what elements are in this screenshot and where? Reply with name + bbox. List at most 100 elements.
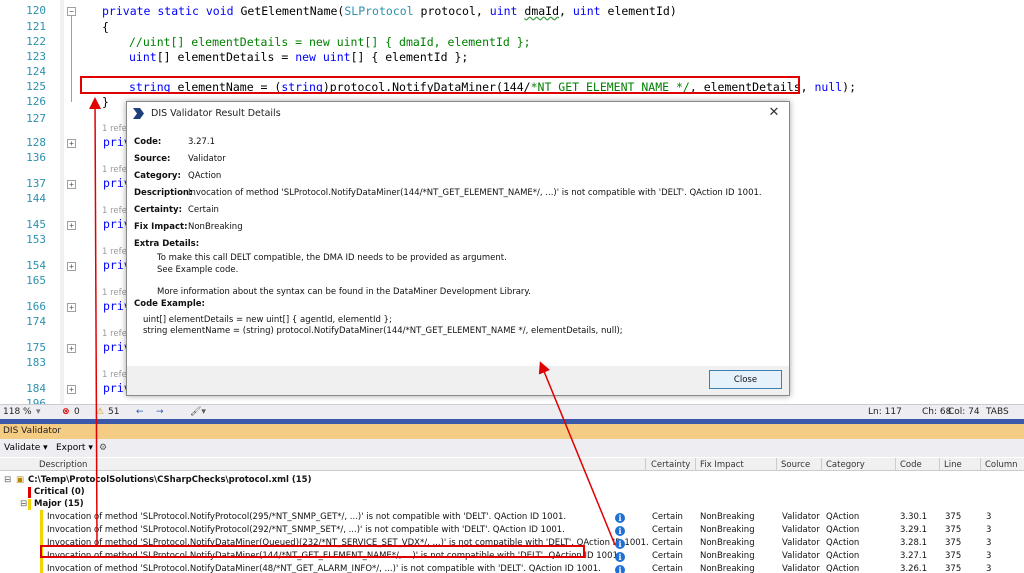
- row-column: 3: [986, 551, 992, 561]
- info-icon[interactable]: i: [615, 526, 625, 536]
- line-number: 166: [26, 300, 46, 313]
- row-column: 3: [986, 538, 992, 548]
- editor-statusbar: 118 % ▾ ⊗ 0 ⚠ 51 ← → 🖌▾ Ln: 117 Ch: 68 C…: [0, 404, 1024, 419]
- table-row[interactable]: Invocation of method 'SLProtocol.NotifyP…: [0, 524, 1024, 537]
- major-label: Major (15): [34, 499, 84, 509]
- category-label: Category:: [134, 171, 181, 181]
- code-line-signature: private static void GetElementName(SLPro…: [102, 4, 677, 18]
- nav-back-icon[interactable]: ←: [136, 407, 144, 417]
- row-description: Invocation of method 'SLProtocol.NotifyD…: [47, 564, 601, 573]
- line-number: 145: [26, 218, 46, 231]
- fix-impact-value: NonBreaking: [188, 222, 243, 232]
- row-line: 375: [945, 525, 962, 535]
- row-highlight-box: [40, 545, 585, 558]
- collapse-icon[interactable]: ⊟: [20, 499, 27, 509]
- column-header-column[interactable]: Column: [985, 460, 1018, 470]
- column-header-code[interactable]: Code: [900, 460, 922, 470]
- panel-toolbar: Validate ▾ Export ▾ ⚙: [0, 439, 1024, 457]
- expand-toggle[interactable]: +: [67, 139, 76, 148]
- row-category: QAction: [826, 564, 860, 573]
- info-icon[interactable]: i: [615, 513, 625, 523]
- collapse-toggle[interactable]: −: [67, 7, 76, 16]
- row-source: Validator: [782, 525, 820, 535]
- row-certainty: Certain: [652, 525, 683, 535]
- row-fix-impact: NonBreaking: [700, 525, 755, 535]
- extra-details-text: See Example code.: [157, 265, 239, 275]
- close-icon[interactable]: ✕: [765, 105, 783, 121]
- row-code: 3.29.1: [900, 525, 928, 535]
- line-number: 153: [26, 233, 46, 246]
- panel-title: DIS Validator: [0, 424, 1024, 439]
- expand-toggle[interactable]: +: [67, 344, 76, 353]
- row-fix-impact: NonBreaking: [700, 512, 755, 522]
- error-count[interactable]: 0: [74, 407, 80, 417]
- row-fix-impact: NonBreaking: [700, 551, 755, 561]
- dialog-titlebar[interactable]: DIS Validator Result Details ✕: [127, 102, 789, 126]
- row-certainty: Certain: [652, 538, 683, 548]
- row-column: 3: [986, 525, 992, 535]
- row-line: 375: [945, 564, 962, 573]
- row-source: Validator: [782, 564, 820, 573]
- line-number: 184: [26, 382, 46, 395]
- collapse-icon[interactable]: ⊟: [4, 475, 11, 485]
- code-line-close-brace: }: [102, 95, 109, 109]
- line-indicator: Ln: 117: [868, 407, 902, 417]
- export-button[interactable]: Export ▾: [56, 443, 93, 453]
- row-code: 3.30.1: [900, 512, 928, 522]
- expand-toggle[interactable]: +: [67, 303, 76, 312]
- column-header-certainty[interactable]: Certainty: [651, 460, 690, 470]
- code-line-element-details: uint[] elementDetails = new uint[] { ele…: [129, 50, 469, 64]
- description-value: Invocation of method 'SLProtocol.NotifyD…: [188, 188, 762, 198]
- warning-count[interactable]: 51: [108, 407, 119, 417]
- line-number: 175: [26, 341, 46, 354]
- line-number: 128: [26, 136, 46, 149]
- row-certainty: Certain: [652, 564, 683, 573]
- expand-toggle[interactable]: +: [67, 262, 76, 271]
- row-source: Validator: [782, 512, 820, 522]
- row-description: Invocation of method 'SLProtocol.NotifyP…: [47, 512, 567, 522]
- nav-forward-icon[interactable]: →: [156, 407, 164, 417]
- row-category: QAction: [826, 538, 860, 548]
- code-value: 3.27.1: [188, 137, 216, 147]
- dis-validator-panel: DIS Validator Validate ▾ Export ▾ ⚙ Desc…: [0, 424, 1024, 573]
- row-column: 3: [986, 564, 992, 573]
- app-logo-icon: [133, 108, 144, 119]
- line-number: 183: [26, 356, 46, 369]
- info-icon[interactable]: i: [615, 539, 625, 549]
- close-button[interactable]: Close: [709, 370, 782, 389]
- highlight-box: [80, 76, 800, 94]
- column-header-category[interactable]: Category: [826, 460, 865, 470]
- expand-toggle[interactable]: +: [67, 180, 76, 189]
- validate-button[interactable]: Validate ▾: [4, 443, 48, 453]
- fix-impact-label: Fix Impact:: [134, 222, 188, 232]
- row-code: 3.27.1: [900, 551, 928, 561]
- row-fix-impact: NonBreaking: [700, 538, 755, 548]
- row-code: 3.26.1: [900, 564, 928, 573]
- row-certainty: Certain: [652, 512, 683, 522]
- column-header-source[interactable]: Source: [781, 460, 810, 470]
- row-line: 375: [945, 512, 962, 522]
- tree-major[interactable]: ⊟ Major (15): [0, 498, 1024, 511]
- column-header-fix-impact[interactable]: Fix Impact: [700, 460, 744, 470]
- extra-details-text: More information about the syntax can be…: [157, 287, 531, 297]
- major-bar: [28, 499, 31, 510]
- line-number: 121: [26, 20, 46, 33]
- brush-icon[interactable]: 🖌▾: [190, 407, 206, 417]
- row-category: QAction: [826, 512, 860, 522]
- info-icon[interactable]: i: [615, 552, 625, 562]
- line-number: 154: [26, 259, 46, 272]
- row-category: QAction: [826, 525, 860, 535]
- certainty-label: Certainty:: [134, 205, 182, 215]
- column-header-line[interactable]: Line: [944, 460, 962, 470]
- expand-toggle[interactable]: +: [67, 221, 76, 230]
- column-header-description[interactable]: Description: [39, 460, 87, 470]
- settings-icon[interactable]: ⚙: [99, 443, 107, 453]
- zoom-dropdown-icon[interactable]: ▾: [36, 407, 41, 417]
- dialog-body: Code: 3.27.1 Source: Validator Category:…: [127, 126, 789, 366]
- extra-details-label: Extra Details:: [134, 239, 200, 249]
- expand-toggle[interactable]: +: [67, 385, 76, 394]
- table-row[interactable]: Invocation of method 'SLProtocol.NotifyD…: [0, 563, 1024, 573]
- info-icon[interactable]: i: [615, 565, 625, 573]
- zoom-level[interactable]: 118 %: [3, 407, 32, 417]
- table-row[interactable]: Invocation of method 'SLProtocol.NotifyP…: [0, 511, 1024, 524]
